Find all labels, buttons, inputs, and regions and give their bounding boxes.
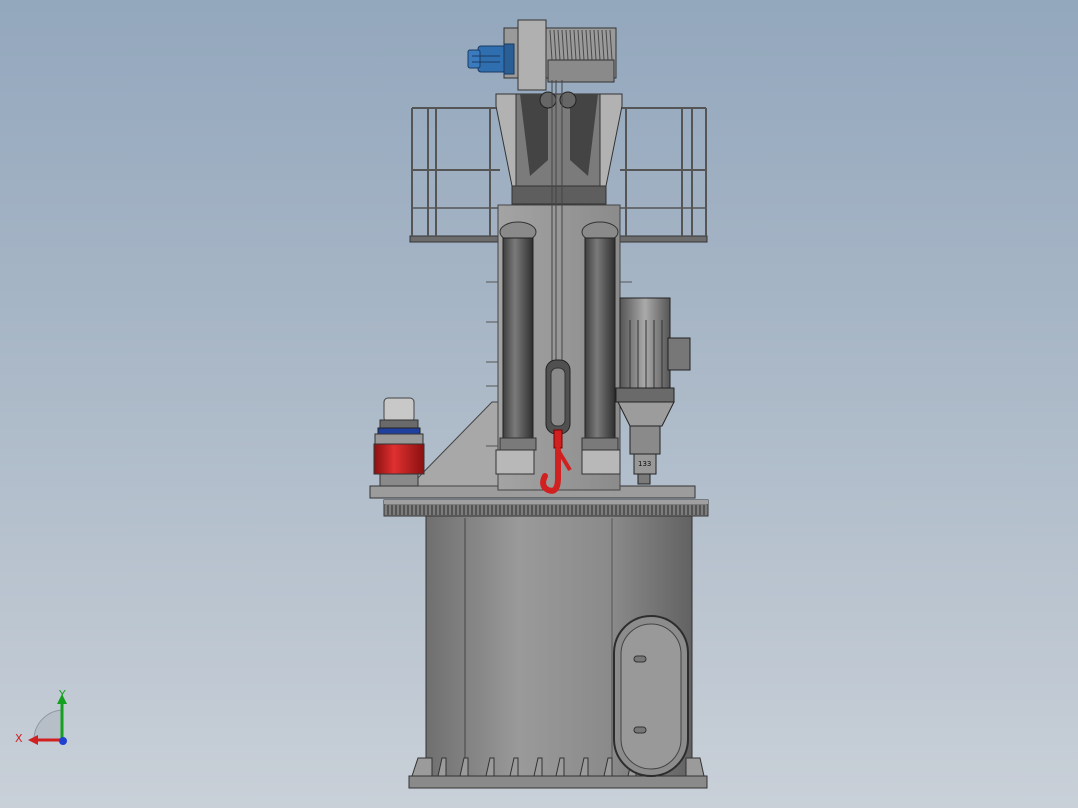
electric-motor[interactable]: 133 — [615, 297, 691, 485]
slewing-drive[interactable] — [373, 397, 425, 487]
crane-model[interactable]: 133 — [0, 0, 1078, 808]
y-axis-label: Y — [59, 688, 66, 701]
winch-drum — [503, 19, 617, 91]
z-axis-dot — [59, 737, 67, 745]
x-axis-label: X — [15, 732, 23, 745]
winch-motor-blue[interactable] — [467, 43, 515, 75]
motor-nameplate: 133 — [638, 460, 651, 468]
coordinate-triad — [28, 694, 67, 745]
hydraulic-cylinder-right — [581, 221, 621, 475]
slewing-ring — [383, 499, 709, 517]
access-hatch[interactable] — [613, 615, 689, 777]
boom-head — [495, 91, 623, 205]
cad-viewport[interactable]: 133 X Y — [0, 0, 1078, 808]
